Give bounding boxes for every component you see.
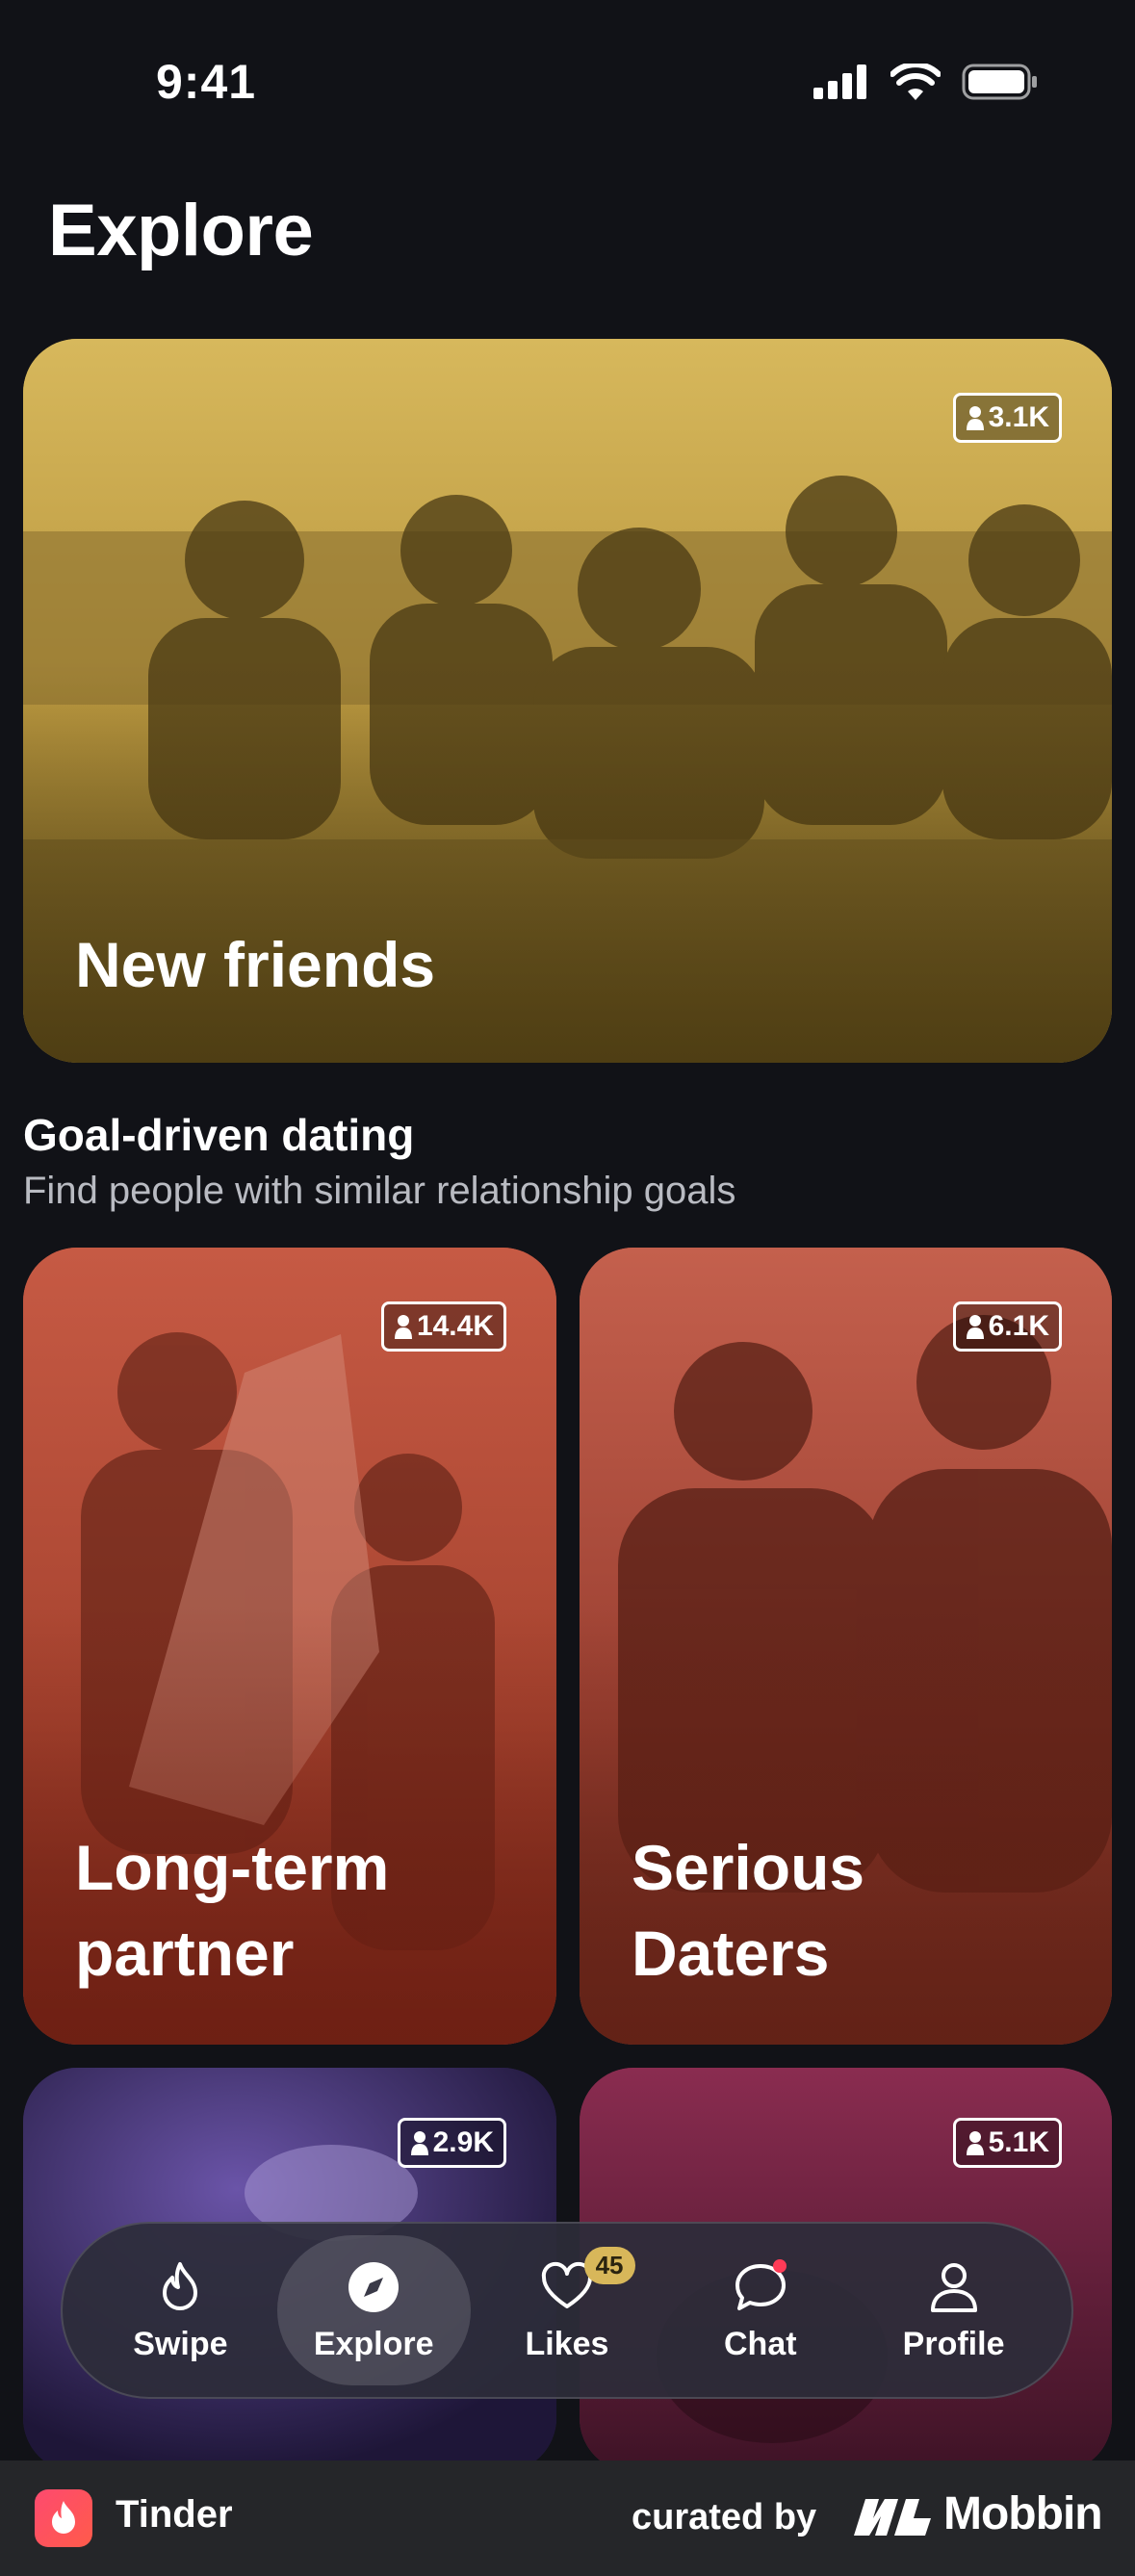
card-title: New friends [75, 929, 436, 1000]
app-name: Tinder [116, 2493, 233, 2536]
flame-icon [52, 2501, 75, 2534]
member-count: 5.1K [988, 2126, 1049, 2158]
member-count-badge: 5.1K [952, 2118, 1062, 2168]
brand-name: Mobbin [943, 2488, 1103, 2539]
new-friends-card[interactable]: 3.1K New friends [23, 339, 1112, 1063]
person-icon [410, 2129, 429, 2156]
nav-label: Explore [313, 2325, 434, 2362]
section-subtitle: Find people with similar relationship go… [23, 1170, 736, 1212]
section-title: Goal-driven dating [23, 1110, 415, 1160]
member-count: 6.1K [988, 1310, 1049, 1342]
member-count-badge: 2.9K [397, 2118, 506, 2168]
flame-icon [163, 2261, 198, 2310]
person-icon [966, 1313, 985, 1340]
card-title: Long-term partner [75, 1825, 389, 1996]
footer: Tinder curated by Mobbin [0, 2460, 1135, 2576]
tinder-logo [35, 2489, 92, 2547]
chat-icon [735, 2258, 787, 2310]
member-count-badge: 6.1K [952, 1301, 1062, 1352]
long-term-partner-card[interactable]: 14.4K Long-term partner [23, 1248, 556, 2045]
cellular-signal-icon [813, 64, 866, 99]
page-title: Explore [48, 190, 314, 271]
nav-item-explore[interactable]: Explore [276, 2235, 471, 2385]
card-title-line: Long-term [75, 1832, 390, 1903]
status-icons [813, 64, 1039, 100]
curated-label: curated by [632, 2497, 817, 2537]
member-count-badge: 14.4K [380, 1301, 506, 1352]
wifi-icon [890, 64, 941, 100]
nav-label: Chat [724, 2325, 797, 2362]
member-count: 14.4K [416, 1310, 494, 1342]
card-title: Serious Daters [632, 1825, 864, 1996]
bottom-nav: Swipe Explore 45 Likes Chat Profile [61, 2222, 1073, 2399]
card-title-line: Serious [632, 1832, 865, 1903]
status-time: 9:41 [156, 55, 257, 109]
status-bar: 9:41 [0, 0, 1135, 168]
person-icon [966, 2129, 985, 2156]
nav-item-chat[interactable]: Chat [663, 2235, 857, 2385]
member-count: 3.1K [988, 401, 1049, 433]
battery-icon [962, 64, 1037, 100]
card-title-line: Daters [632, 1918, 830, 1990]
nav-item-swipe[interactable]: Swipe [84, 2235, 277, 2385]
nav-item-profile[interactable]: Profile [857, 2235, 1050, 2385]
card-title-line: partner [75, 1918, 295, 1990]
likes-count-badge: 45 [583, 2247, 635, 2284]
nav-label: Likes [525, 2325, 609, 2362]
person-icon [394, 1313, 413, 1340]
serious-daters-card[interactable]: 6.1K Serious Daters [580, 1248, 1112, 2045]
nav-label: Swipe [133, 2325, 228, 2362]
member-count-badge: 3.1K [952, 393, 1062, 443]
mobbin-logo-icon [854, 2499, 931, 2536]
nav-label: Profile [902, 2325, 1005, 2362]
profile-icon [930, 2262, 977, 2312]
person-icon [966, 404, 985, 431]
member-count: 2.9K [432, 2126, 494, 2158]
compass-icon [348, 2261, 400, 2312]
nav-item-likes[interactable]: 45 Likes [471, 2235, 664, 2385]
